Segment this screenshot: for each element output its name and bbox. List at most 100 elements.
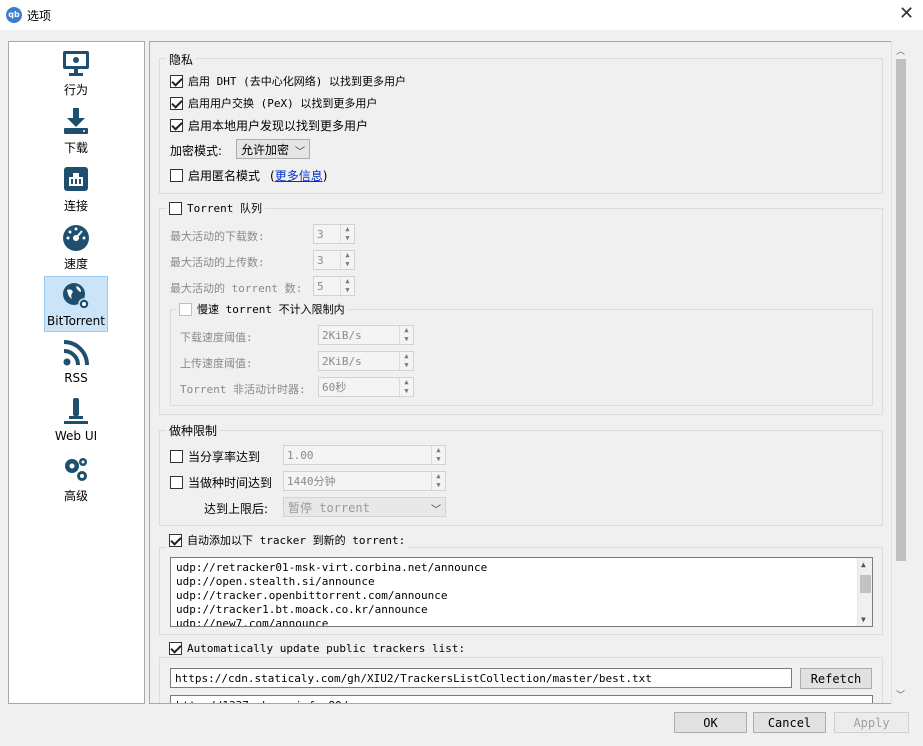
pex-checkbox-row[interactable]: 启用用户交换 (PeX) 以找到更多用户 [170,95,377,111]
sidebar-item-webui[interactable]: Web UI [44,392,108,448]
max-uploads-spinbox[interactable]: 3 ▲ ▼ [313,250,355,270]
chevron-down-icon: ﹀ [431,505,441,516]
sidebar-item-downloads[interactable]: 下载 [44,102,108,158]
encryption-label: 加密模式: [170,144,223,158]
inactive-timer-spinbox[interactable]: 60秒 ▲ ▼ [318,377,414,397]
encryption-mode-value: 允许加密 [241,142,290,157]
limit-action-select[interactable]: 暂停 torrent ﹀ [283,497,446,517]
sidebar-item-rss[interactable]: RSS [44,334,108,390]
sidebar-item-connection[interactable]: 连接 [44,160,108,216]
slow-torrents-toggle[interactable]: 慢速 torrent 不计入限制内 [176,301,348,317]
auto-update-checkbox[interactable] [169,642,182,655]
ratio-checkbox-row[interactable]: 当分享率达到 [170,448,260,465]
sidebar-item-label: Web UI [54,429,98,443]
encryption-mode-select[interactable]: 允许加密 ﹀ [236,139,310,159]
torrent-queue-title: Torrent 队列 [187,202,262,215]
bittorrent-globe-icon [63,283,90,310]
dht-label: 启用 DHT (去中心化网络) 以找到更多用户 [188,75,406,88]
spin-arrows-icon[interactable]: ▲ ▼ [399,326,413,344]
seed-time-spinbox[interactable]: 1440分钟 ▲ ▼ [283,471,446,491]
scroll-down-icon[interactable]: ▼ [861,615,866,624]
tracker-line: udp://new7.com/announce [176,617,329,627]
monitor-icon [63,51,89,76]
trackers-toggle[interactable]: 自动添加以下 tracker 到新的 torrent: [166,532,409,548]
rss-icon [63,340,89,366]
tracker-list-url-input[interactable]: https://cdn.staticaly.com/gh/XIU2/Tracke… [170,668,792,688]
anonymous-checkbox[interactable] [170,169,183,182]
seed-time-label: 当做种时间达到 [188,476,273,490]
lsd-checkbox[interactable] [170,119,183,132]
privacy-group-title: 隐私 [166,51,197,68]
tracker-line: udp://tracker1.bt.moack.co.kr/announce [176,603,428,616]
qbittorrent-logo-icon: qb [6,7,22,23]
cancel-button[interactable]: Cancel [753,712,826,733]
spin-arrows-icon[interactable]: ▲ ▼ [399,352,413,370]
ul-threshold-spinbox[interactable]: 2KiB/s ▲ ▼ [318,351,414,371]
network-icon [64,167,88,191]
scroll-down-icon[interactable]: ﹀ [896,688,905,701]
max-uploads-label: 最大活动的上传数: [170,256,265,269]
pex-checkbox[interactable] [170,96,183,110]
content-scrollbar[interactable]: ︿ ﹀ [891,41,909,704]
max-downloads-label: 最大活动的下载数: [170,230,265,243]
trackers-textarea[interactable]: udp://retracker01-msk-virt.corbina.net/a… [170,557,873,627]
sidebar-item-behavior[interactable]: 行为 [44,44,108,100]
sidebar-item-speed[interactable]: 速度 [44,218,108,274]
torrent-queue-toggle[interactable]: Torrent 队列 [166,200,265,216]
scroll-thumb[interactable] [860,575,871,593]
spin-arrows-icon[interactable]: ▲ ▼ [340,277,354,295]
trackers-checkbox[interactable] [169,533,182,547]
more-info-link[interactable]: 更多信息 [275,167,323,184]
slow-torrents-checkbox[interactable] [179,302,192,316]
ratio-checkbox[interactable] [170,450,183,463]
tracker-line: udp://retracker01-msk-virt.corbina.net/a… [176,561,488,574]
dht-checkbox-row[interactable]: 启用 DHT (去中心化网络) 以找到更多用户 [170,73,406,89]
sidebar-item-label: BitTorrent [47,314,105,328]
refetch-button[interactable]: Refetch [800,668,872,689]
title-bar: qb 选项 ✕ [0,0,923,30]
seed-time-checkbox-row[interactable]: 当做种时间达到 [170,474,272,491]
limit-action-label: 达到上限后: [204,502,269,516]
dl-threshold-value: 2KiB/s [322,328,362,342]
apply-button[interactable]: Apply [834,712,909,733]
scroll-thumb[interactable] [896,59,906,561]
settings-content-pane: 隐私 启用 DHT (去中心化网络) 以找到更多用户 启用用户交换 (PeX) … [149,41,909,704]
window-title: 选项 [27,9,52,23]
scroll-up-icon[interactable]: ▲ [861,560,866,569]
dht-checkbox[interactable] [170,74,183,88]
sidebar-item-label: 下载 [63,141,88,155]
ratio-spinbox[interactable]: 1.00 ▲ ▼ [283,445,446,465]
max-downloads-spinbox[interactable]: 3 ▲ ▼ [313,224,355,244]
ratio-value: 1.00 [287,448,314,462]
anonymous-checkbox-row[interactable]: 启用匿名模式 ( 更多信息 ) [170,167,327,184]
auto-update-toggle[interactable]: Automatically update public trackers lis… [166,642,469,655]
max-uploads-value: 3 [317,253,324,267]
spin-arrows-icon[interactable]: ▲ ▼ [431,446,445,464]
fetched-trackers-textarea[interactable]: http://1337.abcvg.info:80/a [170,695,873,703]
spin-arrows-icon[interactable]: ▲ ▼ [399,378,413,396]
trackers-scrollbar[interactable]: ▲ ▼ [857,558,872,626]
inactive-timer-value: 60秒 [322,381,347,394]
slow-torrents-title: 慢速 torrent 不计入限制内 [197,303,345,316]
sidebar-item-advanced[interactable]: 高级 [44,450,108,506]
seed-time-checkbox[interactable] [170,476,183,489]
max-torrents-label: 最大活动的 torrent 数: [170,282,303,295]
scroll-up-icon[interactable]: ︿ [896,44,905,57]
dl-threshold-label: 下载速度阈值: [180,331,253,344]
torrent-queue-checkbox[interactable] [169,201,182,215]
tracker-line: udp://open.stealth.si/announce [176,575,375,588]
dl-threshold-spinbox[interactable]: 2KiB/s ▲ ▼ [318,325,414,345]
ok-button[interactable]: OK [674,712,747,733]
sidebar-item-bittorrent[interactable]: BitTorrent [44,276,108,332]
spin-arrows-icon[interactable]: ▲ ▼ [340,225,354,243]
auto-update-label: Automatically update public trackers lis… [187,642,466,655]
sidebar-item-label: RSS [64,371,88,385]
speedometer-icon [63,225,89,251]
close-icon[interactable]: ✕ [899,5,914,23]
lsd-checkbox-row[interactable]: 启用本地用户发现以找到更多用户 [170,117,368,134]
spin-arrows-icon[interactable]: ▲ ▼ [431,472,445,490]
download-icon [64,108,88,134]
spin-arrows-icon[interactable]: ▲ ▼ [340,251,354,269]
ul-threshold-value: 2KiB/s [322,354,362,368]
max-torrents-spinbox[interactable]: 5 ▲ ▼ [313,276,355,296]
